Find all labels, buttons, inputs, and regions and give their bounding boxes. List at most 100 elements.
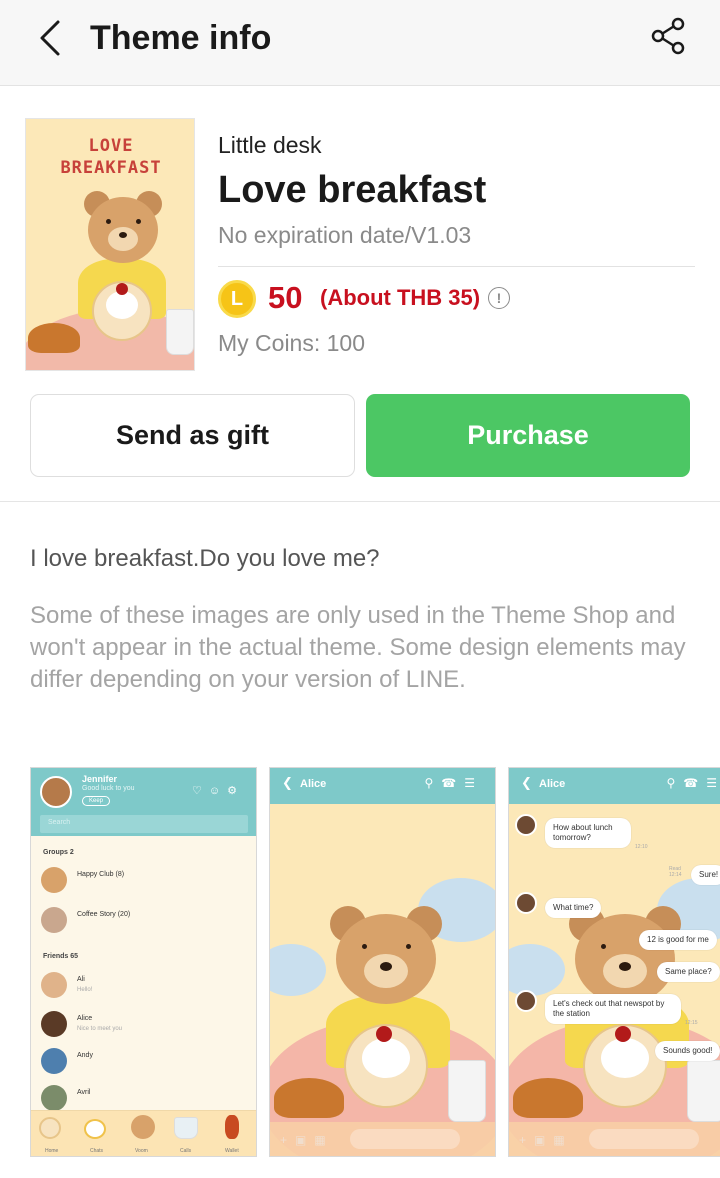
bear-nose <box>380 962 392 971</box>
list-item-name: Alice <box>77 1015 93 1022</box>
preview-image-home[interactable]: Jennifer Good luck to you Keep ♡☺⚙ Searc… <box>30 767 257 1157</box>
croissant <box>28 323 80 353</box>
list-item-name: Ali <box>77 976 85 983</box>
cream <box>601 1038 649 1078</box>
theme-description: I love breakfast.Do you love me? <box>30 545 380 572</box>
cloud <box>270 944 326 996</box>
avatar <box>515 892 537 914</box>
preview-header-icons: ♡☺⚙ <box>192 785 244 797</box>
bear-eye <box>106 219 111 224</box>
disclaimer-note: Some of these images are only used in th… <box>30 602 686 693</box>
preview-input-bar: +▣▦ <box>509 1122 720 1156</box>
preview-input-icons: +▣▦ <box>280 1133 334 1147</box>
preview-input-icons: +▣▦ <box>519 1133 573 1147</box>
chat-bubble: Sounds good! <box>655 1041 720 1061</box>
tab-calls-icon <box>174 1117 198 1139</box>
chat-bubble: Sure! <box>691 865 720 885</box>
preview-search: Search <box>40 815 248 833</box>
purchase-button[interactable]: Purchase <box>366 394 690 477</box>
list-item: Ali Hello! <box>41 972 246 1000</box>
back-button[interactable] <box>30 18 70 58</box>
theme-expiry: No expiration date/V1.03 <box>218 222 472 248</box>
list-item-name: Avril <box>77 1089 91 1096</box>
preview-image-chat-messages[interactable]: ❮ Alice ⚲☎☰ How about lunch tomorrow? 12… <box>508 767 720 1157</box>
preview-input-bar: +▣▦ <box>270 1122 495 1156</box>
preview-status: Good luck to you <box>82 785 135 792</box>
avatar <box>41 907 67 933</box>
avatar <box>515 990 537 1012</box>
timestamp: 12:15 <box>685 1020 698 1026</box>
list-item-name: Coffee Story (20) <box>77 911 131 918</box>
bear-muzzle <box>603 954 647 988</box>
cream <box>106 291 138 319</box>
preview-friends-header: Friends 65 <box>43 953 79 960</box>
tab-wallet-icon <box>225 1115 239 1139</box>
tab-voom-icon <box>131 1115 155 1139</box>
theme-name: Love breakfast <box>218 169 487 211</box>
info-icon[interactable]: ! <box>488 287 510 309</box>
cherry <box>376 1026 392 1042</box>
list-item: Alice Nice to meet you <box>41 1011 246 1039</box>
croissant <box>274 1078 344 1118</box>
avatar <box>41 1011 67 1037</box>
my-coins: My Coins: 100 <box>218 330 366 356</box>
chat-bubble: Same place? <box>657 962 720 982</box>
tab-home-icon <box>39 1117 61 1139</box>
chevron-left-icon: ❮ <box>282 775 293 790</box>
cream <box>362 1038 410 1078</box>
list-item-name: Happy Club (8) <box>77 871 125 878</box>
chat-bubble: Let's check out that newspot by the stat… <box>545 994 681 1024</box>
preview-username: Jennifer <box>82 774 118 784</box>
send-as-gift-button[interactable]: Send as gift <box>30 394 355 477</box>
preview-tab-bar: Home Chats Voom Calls Wallet <box>31 1110 256 1156</box>
preview-keep-badge: Keep <box>82 796 111 806</box>
theme-author[interactable]: Little desk <box>218 130 322 160</box>
preview-chat-header: ❮ Alice ⚲☎☰ <box>270 768 495 804</box>
chat-bubble: How about lunch tomorrow? <box>545 818 631 848</box>
avatar <box>41 972 67 998</box>
share-icon <box>651 17 685 55</box>
cloud <box>509 944 565 996</box>
tab-label: Wallet <box>225 1148 239 1154</box>
preview-image-chat-background[interactable]: ❮ Alice ⚲☎☰ +▣▦ <box>269 767 496 1157</box>
bear-nose <box>119 232 127 238</box>
tab-label: Voom <box>135 1148 148 1154</box>
chat-bubble: 12 is good for me <box>639 930 717 950</box>
tab-label: Calls <box>180 1148 192 1154</box>
share-button[interactable] <box>646 14 690 58</box>
bear-nose <box>619 962 631 971</box>
section-divider <box>0 501 720 502</box>
list-item: Coffee Story (20) <box>41 907 246 935</box>
preview-chat-title: Alice <box>539 778 566 790</box>
preview-input-box <box>350 1129 460 1149</box>
preview-chat-icons: ⚲☎☰ <box>424 776 483 790</box>
theme-thumbnail[interactable]: LOVE BREAKFAST <box>25 118 195 371</box>
list-item-sub: Hello! <box>77 987 93 993</box>
bear-eye <box>136 219 141 224</box>
cherry <box>615 1026 631 1042</box>
croissant <box>513 1078 583 1118</box>
timestamp: Read 12:14 <box>669 866 682 878</box>
preview-chat-header: ❮ Alice ⚲☎☰ <box>509 768 720 804</box>
divider <box>218 266 695 267</box>
preview-chat-title: Alice <box>300 778 327 790</box>
tab-chats-icon <box>84 1119 106 1139</box>
avatar <box>41 1085 67 1111</box>
milk-glass <box>448 1060 486 1122</box>
avatar <box>40 776 72 808</box>
bear-eye <box>406 944 411 949</box>
bear-muzzle <box>364 954 408 988</box>
chevron-left-icon <box>40 20 60 56</box>
preview-input-box <box>589 1129 699 1149</box>
list-item: Avril <box>41 1085 246 1113</box>
list-item-name: Andy <box>77 1052 93 1059</box>
header-bar: Theme info <box>0 0 720 86</box>
milk-glass <box>166 309 194 355</box>
page-title: Theme info <box>90 19 272 57</box>
cherry <box>116 283 128 295</box>
bear-muzzle <box>108 227 138 251</box>
price-coins: 50 <box>268 280 303 315</box>
list-item: Andy <box>41 1048 246 1076</box>
price-local: (About THB 35) <box>320 285 481 310</box>
chat-bubble: What time? <box>545 898 602 918</box>
